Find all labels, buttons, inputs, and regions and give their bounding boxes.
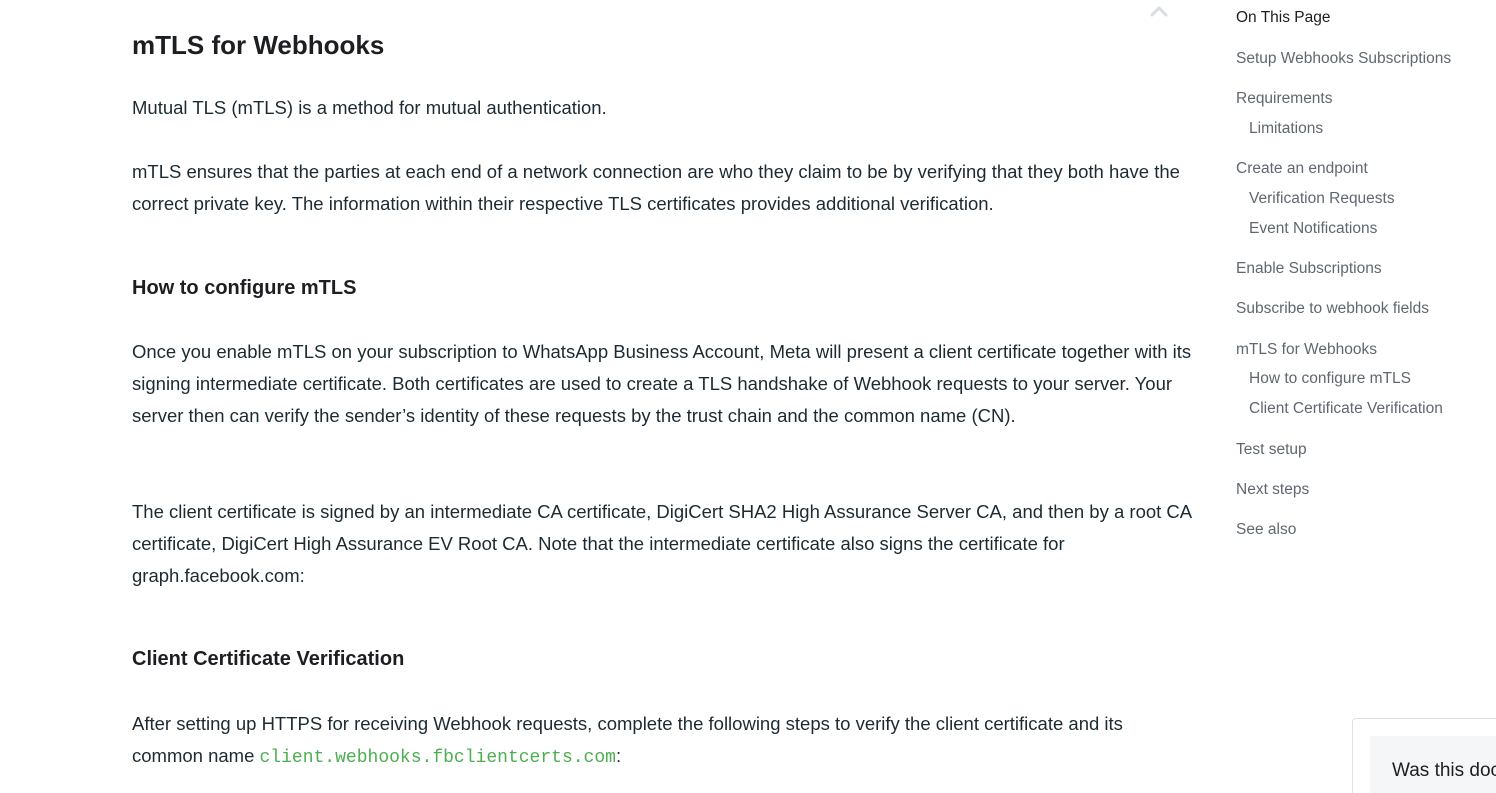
configure-paragraph-2: The client certificate is signed by an i… xyxy=(132,501,1192,586)
feedback-prompt: Was this doc xyxy=(1392,760,1496,781)
toc-item-verification-requests[interactable]: Verification Requests xyxy=(1249,190,1395,208)
verification-paragraph: After setting up HTTPS for receiving Web… xyxy=(132,708,1194,774)
toc-item-subscribe-to-webhook-fields[interactable]: Subscribe to webhook fields xyxy=(1236,300,1429,318)
toc-item-create-an-endpoint[interactable]: Create an endpoint xyxy=(1236,160,1368,178)
toc-item-event-notifications[interactable]: Event Notifications xyxy=(1249,220,1377,238)
toc-item-enable-subscriptions[interactable]: Enable Subscriptions xyxy=(1236,260,1382,278)
docs-page: mTLS for Webhooks Mutual TLS (mTLS) is a… xyxy=(0,0,1496,793)
toc-item-limitations[interactable]: Limitations xyxy=(1249,120,1323,138)
page-title: mTLS for Webhooks xyxy=(132,30,385,60)
verification-paragraph-suffix: : xyxy=(615,745,622,766)
configure-paragraph-1: Once you enable mTLS on your subscriptio… xyxy=(132,341,1192,426)
toc-item-see-also[interactable]: See also xyxy=(1236,521,1296,539)
chevron-up-icon[interactable] xyxy=(1148,2,1170,20)
feedback-panel: Was this doc xyxy=(1370,736,1496,793)
toc-item-how-to-configure-mtls[interactable]: How to configure mTLS xyxy=(1249,370,1411,388)
feedback-widget: Was this doc xyxy=(1352,718,1496,793)
toc-item-requirements[interactable]: Requirements xyxy=(1236,90,1333,108)
intro-paragraph-1: Mutual TLS (mTLS) is a method for mutual… xyxy=(132,97,607,118)
toc-item-next-steps[interactable]: Next steps xyxy=(1236,481,1309,499)
common-name-code: client.webhooks.fbclientcerts.com xyxy=(259,748,616,768)
intro-paragraph-2: mTLS ensures that the parties at each en… xyxy=(132,161,1180,214)
toc-item-setup-webhooks-subscriptions[interactable]: Setup Webhooks Subscriptions xyxy=(1236,50,1451,68)
toc-item-mtls-for-webhooks[interactable]: mTLS for Webhooks xyxy=(1236,341,1377,359)
section-heading-configure-mtls: How to configure mTLS xyxy=(132,277,357,299)
toc-title: On This Page xyxy=(1236,9,1331,26)
toc-item-client-certificate-verification[interactable]: Client Certificate Verification xyxy=(1249,400,1443,418)
section-heading-client-certificate-verification: Client Certificate Verification xyxy=(132,648,405,670)
toc-item-test-setup[interactable]: Test setup xyxy=(1236,441,1307,459)
